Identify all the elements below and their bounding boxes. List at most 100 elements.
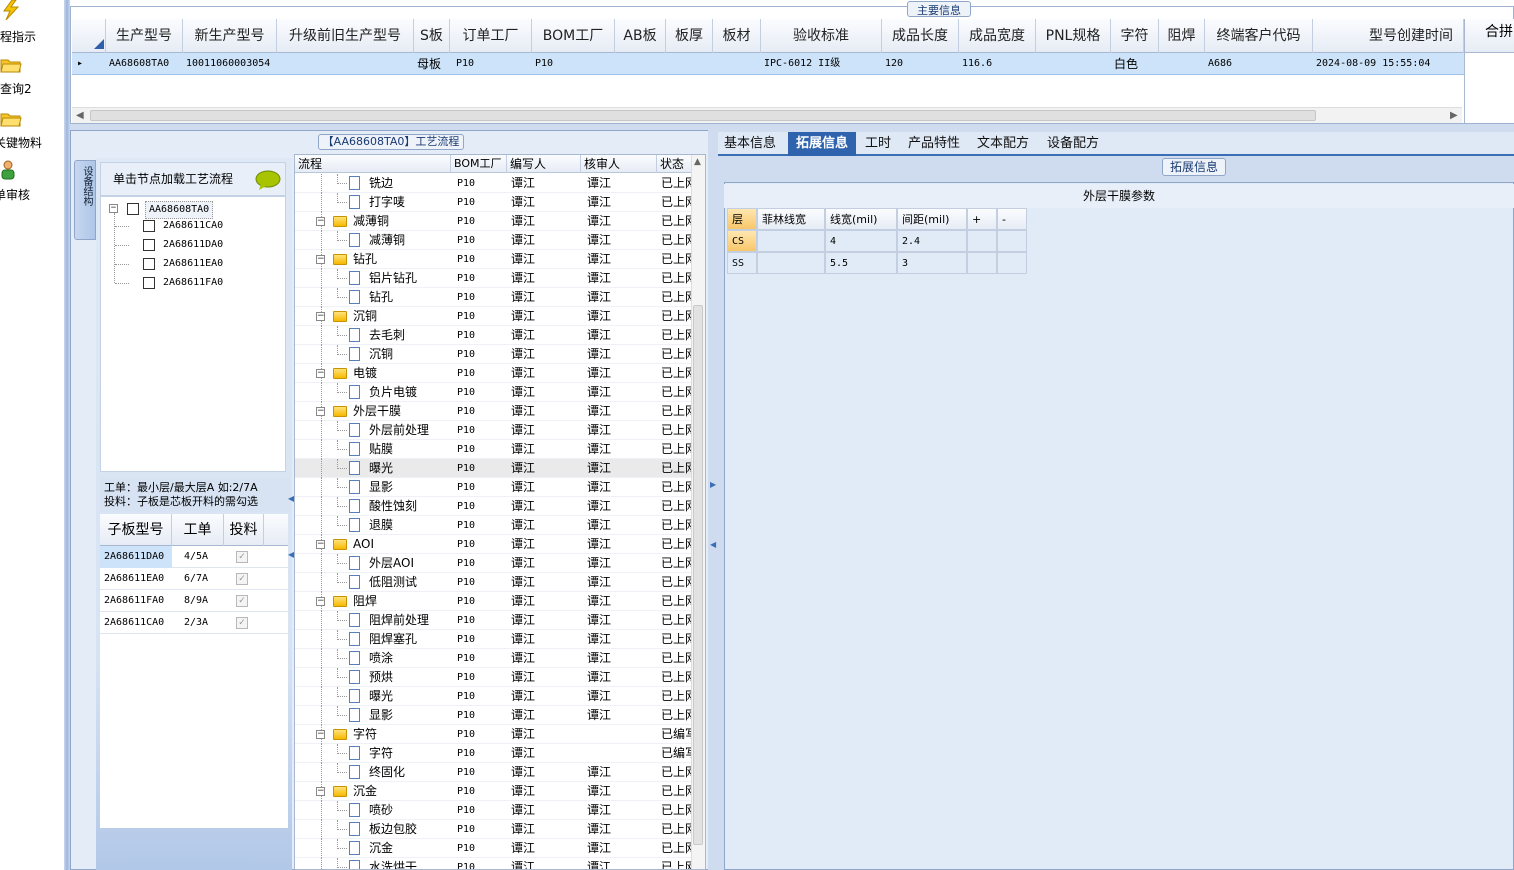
flow-step-name[interactable]: 低阻测试 bbox=[369, 573, 449, 592]
flow-status[interactable]: 已上网 bbox=[661, 288, 693, 307]
flow-writer[interactable]: 谭江 bbox=[511, 288, 579, 307]
flow-reviewer[interactable]: 谭江 bbox=[587, 288, 655, 307]
grid-corner[interactable] bbox=[72, 19, 106, 53]
remove-row-button[interactable]: - bbox=[997, 208, 1027, 230]
flow-status[interactable]: 已上网 bbox=[661, 573, 693, 592]
cell[interactable]: 2A68611CA0 bbox=[100, 612, 172, 634]
flow-step-name[interactable]: 外层AOI bbox=[369, 554, 449, 573]
col-header[interactable]: 子板型号 bbox=[100, 514, 172, 546]
collapse-icon[interactable]: − bbox=[316, 540, 325, 549]
flow-status[interactable]: 已上网 bbox=[661, 193, 693, 212]
flow-bom-factory[interactable]: P10 bbox=[457, 687, 507, 706]
flow-row[interactable]: 钻孔P10谭江谭江已上网 bbox=[295, 288, 695, 307]
toolbar-item-query2[interactable]: 查询2 bbox=[0, 54, 64, 108]
tree-checkbox[interactable] bbox=[143, 258, 155, 270]
flow-reviewer[interactable]: 谭江 bbox=[587, 858, 655, 869]
cell[interactable] bbox=[967, 230, 997, 252]
flow-bom-factory[interactable]: P10 bbox=[457, 383, 507, 402]
flow-row[interactable]: 退膜P10谭江谭江已上网 bbox=[295, 516, 695, 535]
flow-bom-factory[interactable]: P10 bbox=[457, 421, 507, 440]
flow-bom-factory[interactable]: P10 bbox=[457, 535, 507, 554]
flow-reviewer[interactable]: 谭江 bbox=[587, 402, 655, 421]
flow-row[interactable]: 显影P10谭江谭江已上网 bbox=[295, 478, 695, 497]
cell[interactable]: 120 bbox=[882, 53, 959, 75]
flow-writer[interactable]: 谭江 bbox=[511, 497, 579, 516]
cell[interactable]: CS bbox=[727, 230, 757, 252]
feed-checkbox[interactable]: ✓ bbox=[236, 573, 248, 585]
flow-reviewer[interactable]: 谭江 bbox=[587, 478, 655, 497]
flow-step-name[interactable]: 板边包胶 bbox=[369, 820, 449, 839]
flow-bom-factory[interactable]: P10 bbox=[457, 573, 507, 592]
flow-writer[interactable]: 谭江 bbox=[511, 231, 579, 250]
flow-reviewer[interactable]: 谭江 bbox=[587, 687, 655, 706]
cell[interactable] bbox=[1159, 53, 1205, 75]
flow-reviewer[interactable]: 谭江 bbox=[587, 535, 655, 554]
flow-step-name[interactable]: 钻孔 bbox=[369, 288, 449, 307]
flow-step-name[interactable]: 沉铜 bbox=[353, 307, 449, 326]
scroll-left-icon[interactable]: ◀ bbox=[76, 110, 84, 121]
tab-equipment-recipe[interactable]: 设备配方 bbox=[1044, 132, 1102, 156]
flow-reviewer[interactable] bbox=[587, 744, 655, 763]
flow-status[interactable]: 已上网 bbox=[661, 497, 693, 516]
cell[interactable] bbox=[997, 230, 1027, 252]
flow-row[interactable]: −沉金P10谭江谭江已上网 bbox=[295, 782, 695, 801]
col-header[interactable]: 流程 bbox=[295, 155, 451, 173]
flow-status[interactable]: 已上网 bbox=[661, 421, 693, 440]
flow-bom-factory[interactable]: P10 bbox=[457, 801, 507, 820]
flow-writer[interactable]: 谭江 bbox=[511, 554, 579, 573]
feed-checkbox[interactable]: ✓ bbox=[236, 595, 248, 607]
flow-writer[interactable]: 谭江 bbox=[511, 326, 579, 345]
tree-checkbox[interactable] bbox=[127, 203, 139, 215]
flow-row[interactable]: 喷砂P10谭江谭江已上网 bbox=[295, 801, 695, 820]
col-header[interactable]: AB板 bbox=[615, 19, 666, 53]
collapse-icon[interactable]: − bbox=[316, 369, 325, 378]
flow-step-name[interactable]: 外层前处理 bbox=[369, 421, 449, 440]
flow-status[interactable]: 已上网 bbox=[661, 326, 693, 345]
feed-checkbox[interactable]: ✓ bbox=[236, 551, 248, 563]
flow-status[interactable]: 已上网 bbox=[661, 269, 693, 288]
flow-step-name[interactable]: 减薄铜 bbox=[369, 231, 449, 250]
flow-reviewer[interactable]: 谭江 bbox=[587, 839, 655, 858]
flow-reviewer[interactable]: 谭江 bbox=[587, 630, 655, 649]
toolbar-item-key-material[interactable]: 关键物料 bbox=[0, 108, 64, 162]
flow-step-name[interactable]: 阻焊塞孔 bbox=[369, 630, 449, 649]
collapse-icon[interactable]: − bbox=[316, 217, 325, 226]
col-header[interactable]: S板 bbox=[414, 19, 450, 53]
feed-checkbox[interactable]: ✓ bbox=[236, 617, 248, 629]
flow-bom-factory[interactable]: P10 bbox=[457, 326, 507, 345]
flow-step-name[interactable]: 曝光 bbox=[369, 687, 449, 706]
flow-bom-factory[interactable]: P10 bbox=[457, 630, 507, 649]
cell[interactable] bbox=[757, 252, 825, 274]
flow-bom-factory[interactable]: P10 bbox=[457, 820, 507, 839]
tree-node-child[interactable]: 2A68611CA0 bbox=[115, 218, 275, 234]
flow-status[interactable]: 已上网 bbox=[661, 516, 693, 535]
flow-row[interactable]: 铝片钻孔P10谭江谭江已上网 bbox=[295, 269, 695, 288]
flow-writer[interactable]: 谭江 bbox=[511, 307, 579, 326]
flow-writer[interactable]: 谭江 bbox=[511, 402, 579, 421]
flow-step-name[interactable]: 沉金 bbox=[369, 839, 449, 858]
flow-bom-factory[interactable]: P10 bbox=[457, 364, 507, 383]
tab-extension-info[interactable]: 拓展信息 bbox=[788, 132, 856, 156]
flow-row[interactable]: 减薄铜P10谭江谭江已上网 bbox=[295, 231, 695, 250]
flow-reviewer[interactable]: 谭江 bbox=[587, 174, 655, 193]
col-header[interactable]: PNL规格 bbox=[1036, 19, 1111, 53]
cell[interactable] bbox=[615, 53, 666, 75]
flow-step-name[interactable]: 显影 bbox=[369, 706, 449, 725]
col-header[interactable]: 终端客户代码 bbox=[1205, 19, 1313, 53]
cell[interactable]: 6/7A bbox=[180, 568, 224, 590]
param-header-layer[interactable]: 层 bbox=[727, 208, 757, 230]
flow-writer[interactable]: 谭江 bbox=[511, 250, 579, 269]
flow-row[interactable]: 打字唛P10谭江谭江已上网 bbox=[295, 193, 695, 212]
cell[interactable] bbox=[967, 252, 997, 274]
table-row[interactable]: 2A68611FA0 8/9A ✓ bbox=[100, 590, 288, 612]
flow-status[interactable]: 已上网 bbox=[661, 535, 693, 554]
flow-writer[interactable]: 谭江 bbox=[511, 421, 579, 440]
horizontal-scrollbar[interactable]: ◀ ▶ bbox=[72, 107, 1462, 123]
cell[interactable] bbox=[713, 53, 761, 75]
flow-status[interactable]: 已上网 bbox=[661, 459, 693, 478]
flow-step-name[interactable]: 电镀 bbox=[353, 364, 449, 383]
flow-row[interactable]: − 字符 P10谭江 已编写 bbox=[295, 725, 695, 744]
flow-row[interactable]: 字符 P10谭江 已编写 bbox=[295, 744, 695, 763]
tab-work-hours[interactable]: 工时 bbox=[858, 132, 898, 156]
col-header[interactable]: 板材 bbox=[713, 19, 761, 53]
